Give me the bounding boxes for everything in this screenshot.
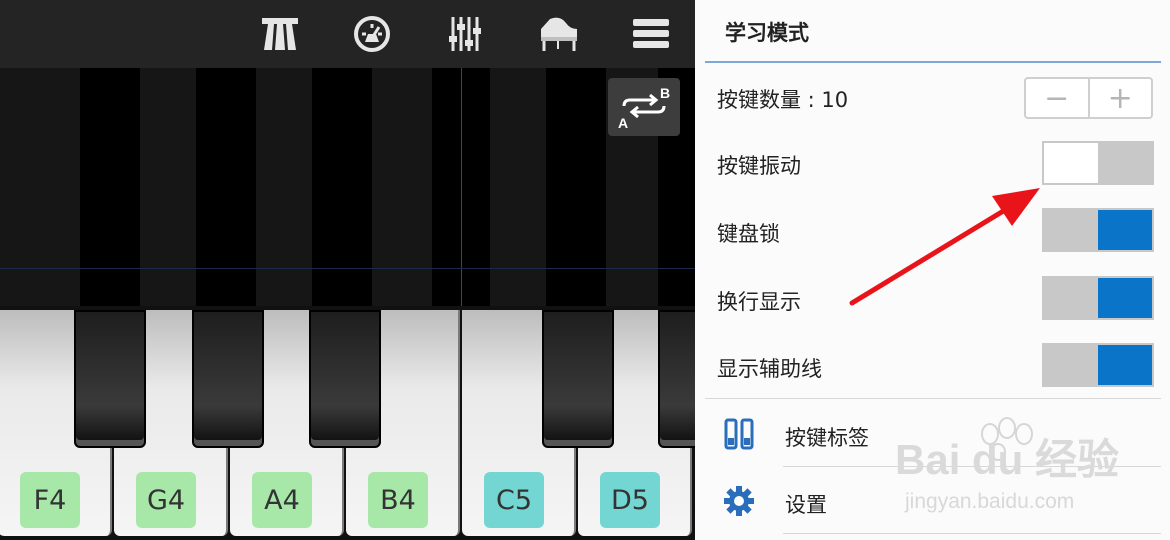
top-toolbar: [0, 0, 695, 68]
baidu-watermark: Bai du 经验 jingyan.baidu.com: [895, 412, 1155, 522]
note-label: C5: [484, 472, 544, 528]
roll-lane: [140, 68, 196, 306]
key-count-label: 按键数量 : 10: [717, 88, 849, 112]
guide-lines-label: 显示辅助线: [717, 357, 822, 381]
roll-lane: [372, 68, 432, 306]
piano-app: B A F4 G4 A4 B4 C5 D5: [0, 0, 695, 540]
menu-divider: [783, 533, 1161, 534]
toggle-right: [1098, 278, 1152, 318]
ab-loop-button[interactable]: B A: [608, 78, 680, 136]
toggle-left: [1044, 345, 1098, 385]
black-key[interactable]: [309, 310, 381, 448]
toggle-left: [1044, 210, 1098, 250]
key-labels-label: 按键标签: [785, 426, 869, 450]
note-label: F4: [20, 472, 80, 528]
grand-piano-icon[interactable]: [537, 12, 581, 56]
key-count-stepper: − +: [1024, 77, 1153, 119]
black-key[interactable]: [192, 310, 264, 448]
black-key[interactable]: [658, 310, 695, 448]
guide-line: [0, 268, 695, 269]
piano-keyboard: F4 G4 A4 B4 C5 D5: [0, 306, 695, 540]
roll-lane: [0, 68, 80, 306]
increment-button[interactable]: +: [1090, 79, 1152, 117]
note-roll-area[interactable]: [0, 68, 695, 306]
keyboard-lock-label: 键盘锁: [717, 222, 780, 246]
note-label: G4: [136, 472, 196, 528]
title-underline: [705, 61, 1161, 63]
roll-lane: [256, 68, 312, 306]
panel-title: 学习模式: [725, 21, 809, 45]
black-key[interactable]: [542, 310, 614, 448]
section-divider: [705, 398, 1161, 399]
note-label: D5: [600, 472, 660, 528]
ab-label-b: B: [660, 85, 670, 101]
watermark-brand: Bai du 经验: [895, 436, 1119, 483]
key-labels-icon: [723, 418, 755, 450]
line-wrap-label: 换行显示: [717, 290, 801, 314]
note-label: B4: [368, 472, 428, 528]
toggle-right: [1098, 210, 1152, 250]
decrement-button[interactable]: −: [1026, 79, 1088, 117]
menu-hamburger-icon[interactable]: [629, 12, 673, 56]
ab-label-a: A: [618, 115, 628, 130]
note-label: A4: [252, 472, 312, 528]
toggle-right: [1098, 345, 1152, 385]
tuning-fork-icon[interactable]: [258, 12, 302, 56]
black-key[interactable]: [74, 310, 146, 448]
keyboard-lock-toggle[interactable]: [1042, 208, 1154, 252]
settings-label: 设置: [785, 493, 827, 517]
toggle-left: [1044, 143, 1098, 183]
watermark-url: jingyan.baidu.com: [904, 490, 1074, 513]
toggle-left: [1044, 278, 1098, 318]
line-wrap-toggle[interactable]: [1042, 276, 1154, 320]
bar-line: [461, 68, 462, 306]
toggle-right: [1098, 143, 1152, 183]
metronome-icon[interactable]: [350, 12, 394, 56]
key-vibration-label: 按键振动: [717, 154, 801, 178]
mixer-sliders-icon[interactable]: [443, 12, 487, 56]
guide-lines-toggle[interactable]: [1042, 343, 1154, 387]
roll-lane: [490, 68, 546, 306]
gear-icon: [723, 485, 755, 517]
key-vibration-toggle[interactable]: [1042, 141, 1154, 185]
